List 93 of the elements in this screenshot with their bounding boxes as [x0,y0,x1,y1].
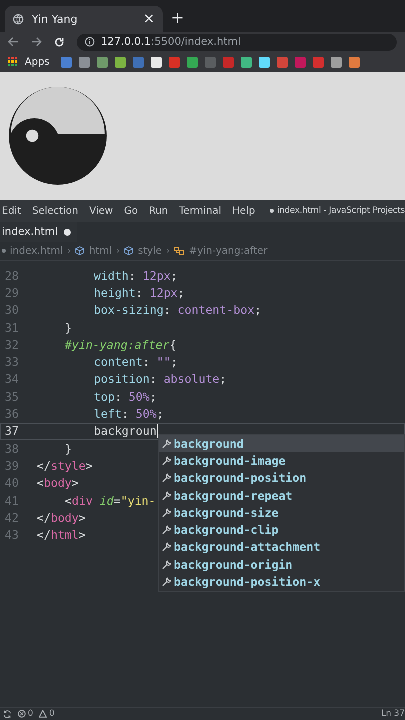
line-number: 29 [4,286,20,300]
window-title: index.html - JavaScript Projects [277,206,405,216]
line-number: 35 [4,390,20,404]
back-icon[interactable] [8,37,19,47]
warning-icon [39,710,48,718]
line-number: 34 [4,372,20,386]
line-number: 33 [4,355,20,370]
separator-icon: › [166,246,170,256]
menu-item[interactable]: Terminal [179,206,222,216]
line-number: 36 [4,407,20,422]
cursor-position[interactable]: Ln 37 [381,709,405,719]
close-icon[interactable]: × [143,12,155,26]
suggestion-item[interactable]: background-image [159,452,404,470]
line-number: 42 [4,510,20,525]
line-number: 41 [4,494,20,508]
suggestion-item[interactable]: background-origin [159,556,404,574]
code-line: top: 50%; [94,390,157,404]
wrench-icon [162,473,172,484]
line-number: 31 [4,320,20,335]
menu-item[interactable]: Go [124,206,138,216]
apps-grid-icon[interactable] [8,57,18,67]
tab-title: Yin Yang [32,12,79,26]
line-number: 38 [4,442,20,456]
line-number: 32 [4,338,20,352]
code-line: height: 12px; [94,286,185,300]
info-icon [85,37,95,47]
code-line: width: 12px; [94,268,178,283]
menu-item[interactable]: Selection [32,206,78,216]
file-dot-icon [2,249,6,253]
apps-bookmark[interactable]: Apps [25,56,50,68]
line-number: 40 [4,476,20,490]
text-cursor [156,424,158,438]
code-line: <div id="yin- [65,494,156,508]
code-line: </body> [37,510,86,525]
line-number: 43 [4,528,20,542]
bookmark-icon[interactable] [258,56,270,68]
cube-icon [75,246,86,256]
code-line: position: absolute; [94,372,227,386]
code-line: } [65,442,72,456]
code-line: box-sizing: content-box; [94,303,262,318]
code-line: </html> [37,528,86,542]
tab-label: index.html [2,226,58,238]
wrench-icon [162,490,172,501]
code-line: backgroun [94,424,157,438]
wrench-icon [162,577,172,588]
line-number: 30 [4,303,20,318]
code-line: #yin-yang:after{ [65,338,177,352]
forward-icon[interactable] [31,37,42,47]
bookmark-icon[interactable] [150,56,162,68]
cube-icon [124,246,134,256]
line-number: 37 [4,424,20,438]
wrench-icon [162,508,172,518]
selector-icon [174,246,186,256]
code-line: } [65,320,72,335]
separator-icon: › [116,246,120,256]
bookmark-icon[interactable] [240,56,252,68]
suggestion-item[interactable]: background-clip [159,521,404,539]
bookmark-icon[interactable] [330,56,342,68]
url-text: 127.0.0.1:5500/index.html [101,36,241,48]
new-tab-button[interactable]: + [171,10,184,26]
bookmark-icon[interactable] [186,56,198,68]
suggestion-item[interactable]: background [159,435,404,452]
menu-item[interactable]: Edit [2,206,22,216]
line-number: 39 [4,458,20,473]
bookmark-icon[interactable] [348,56,360,68]
code-line: content: ""; [94,355,178,370]
suggestion-item[interactable]: background-position-x [159,573,404,591]
separator-icon: › [67,246,72,256]
code-line: </style> [37,458,93,473]
warning-count: 0 [49,709,55,719]
suggestion-item[interactable]: background-size [159,504,404,522]
error-icon [18,710,26,718]
address-field[interactable]: 127.0.0.1:5500/index.html [77,34,397,50]
reload-icon[interactable] [54,36,65,48]
browser-tab[interactable]: Yin Yang × [5,6,163,32]
line-number: 28 [4,268,20,283]
code-line: <body> [37,476,79,490]
wrench-icon [162,542,172,552]
sync-icon[interactable] [3,710,12,718]
bookmark-icon[interactable] [114,56,126,68]
wrench-icon [162,560,172,570]
wrench-icon [162,525,172,536]
wrench-icon [162,456,172,466]
menu-item[interactable]: View [89,206,114,216]
error-count: 0 [28,709,34,719]
wrench-icon [162,438,172,449]
suggestion-item[interactable]: background-repeat [159,486,404,504]
globe-icon [13,14,24,24]
suggestion-item[interactable]: background-attachment [159,538,404,556]
suggestion-item[interactable]: background-position [159,470,404,487]
menu-item[interactable]: Run [149,206,168,216]
menu-item[interactable]: Help [232,206,256,216]
code-line: left: 50%; [94,407,164,422]
